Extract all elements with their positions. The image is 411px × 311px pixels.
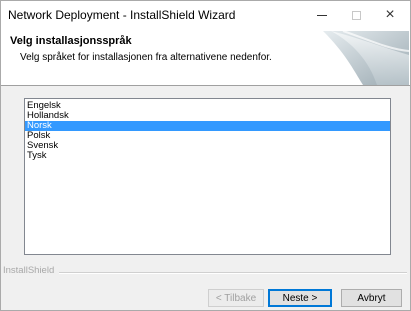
brand-label: InstallShield [3,265,59,276]
maximize-button[interactable] [339,1,373,29]
list-item-polsk[interactable]: Polsk [25,131,390,141]
list-item-norsk[interactable]: Norsk [25,121,390,131]
installer-window: Network Deployment - InstallShield Wizar… [0,0,411,311]
back-button[interactable]: < Tilbake [208,289,264,307]
close-icon: × [385,6,395,23]
window-title: Network Deployment - InstallShield Wizar… [8,8,236,22]
header-banner-graphic [323,30,409,85]
list-item-svensk[interactable]: Svensk [25,141,390,151]
title-bar: Network Deployment - InstallShield Wizar… [1,1,410,29]
page-subtitle: Velg språket for installasjonen fra alte… [20,52,272,63]
cancel-button[interactable]: Avbryt [341,289,402,307]
brand-separator: InstallShield [1,265,410,279]
maximize-icon [351,10,361,20]
next-button[interactable]: Neste > [268,289,332,307]
separator-line [59,272,407,274]
close-button[interactable]: × [373,1,407,29]
list-item-tysk[interactable]: Tysk [25,151,390,161]
minimize-button[interactable] [305,1,339,29]
language-listbox[interactable]: Engelsk Hollandsk Norsk Polsk Svensk Tys… [24,98,391,255]
page-title: Velg installasjonsspråk [10,35,132,47]
minimize-icon [317,14,327,16]
list-item-hollandsk[interactable]: Hollandsk [25,111,390,121]
list-item-engelsk[interactable]: Engelsk [25,101,390,111]
wizard-header: Velg installasjonsspråk Velg språket for… [1,29,410,86]
